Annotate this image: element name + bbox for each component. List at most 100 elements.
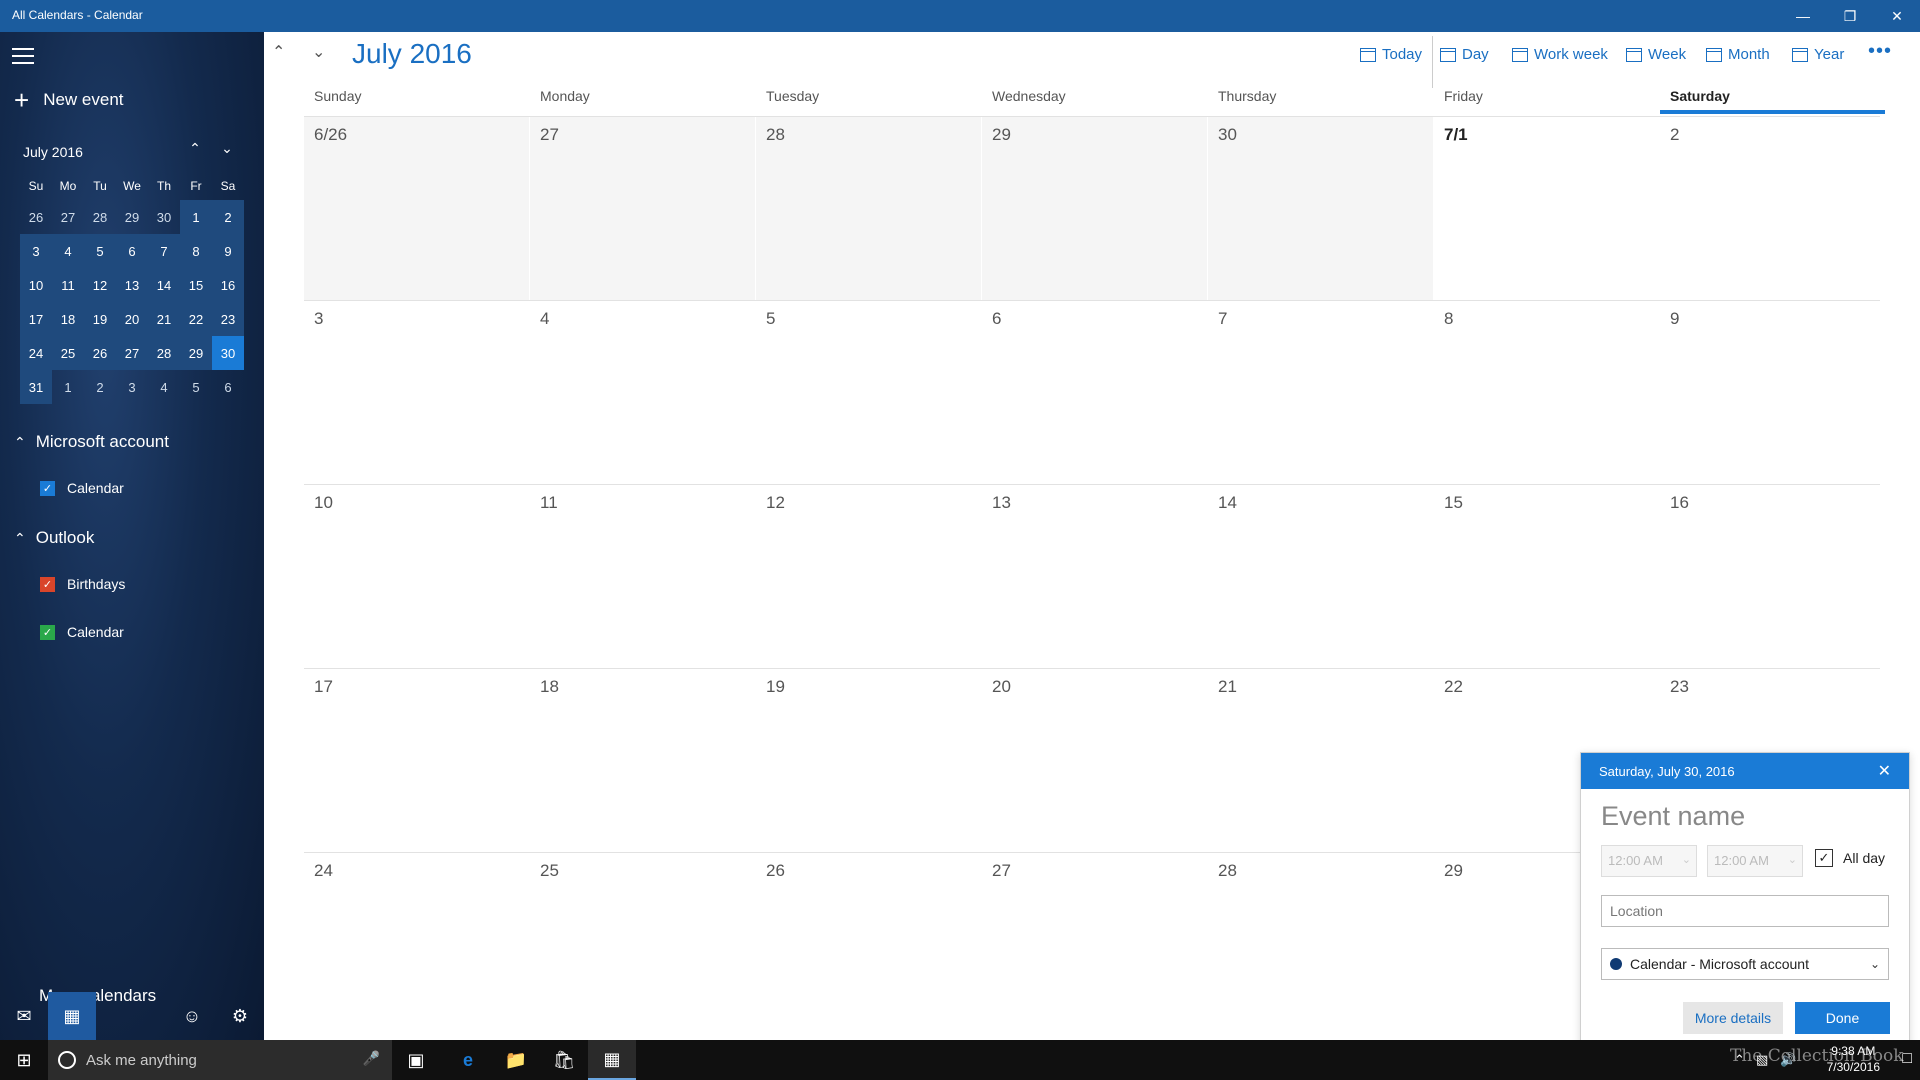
day-cell[interactable]: 6/26 — [304, 117, 529, 300]
mini-day-cell[interactable]: 15 — [180, 268, 212, 302]
mini-day-cell[interactable]: 27 — [52, 200, 84, 234]
mini-next-month-icon[interactable]: ⌄ — [216, 140, 238, 157]
view-day-button[interactable]: Day — [1440, 46, 1489, 63]
mini-day-cell[interactable]: 18 — [52, 302, 84, 336]
mini-day-cell[interactable]: 24 — [20, 336, 52, 370]
mini-day-cell[interactable]: 6 — [116, 234, 148, 268]
mini-day-cell[interactable]: 21 — [148, 302, 180, 336]
day-cell[interactable]: 27 — [982, 853, 1207, 1036]
mini-day-cell[interactable]: 30 — [148, 200, 180, 234]
mini-day-cell[interactable]: 20 — [116, 302, 148, 336]
windows-start-icon[interactable]: ⊞ — [0, 1040, 48, 1080]
mini-day-cell[interactable]: 10 — [20, 268, 52, 302]
calendar-toggle-outlook-calendar[interactable]: ✓ Calendar — [40, 624, 124, 640]
mini-day-cell[interactable]: 2 — [84, 370, 116, 404]
prev-month-icon[interactable]: ⌃ — [272, 42, 285, 62]
view-month-button[interactable]: Month — [1706, 46, 1770, 63]
cortana-search-box[interactable]: Ask me anything 🎤 — [48, 1040, 392, 1080]
task-view-icon[interactable]: ▣ — [392, 1040, 440, 1080]
day-cell[interactable]: 13 — [982, 485, 1207, 668]
mini-day-cell[interactable]: 30 — [212, 336, 244, 370]
view-year-button[interactable]: Year — [1792, 46, 1844, 63]
day-cell[interactable]: 24 — [304, 853, 529, 1036]
location-input[interactable]: Location — [1601, 895, 1889, 927]
mini-day-cell[interactable]: 23 — [212, 302, 244, 336]
mini-day-cell[interactable]: 3 — [116, 370, 148, 404]
mini-day-cell[interactable]: 9 — [212, 234, 244, 268]
day-cell[interactable]: 7 — [1208, 301, 1433, 484]
start-time-select[interactable]: 12:00 AM ⌄ — [1601, 845, 1697, 877]
new-event-button[interactable]: + New event — [14, 87, 124, 113]
tray-chevron-icon[interactable]: ⌃ — [1734, 1040, 1745, 1080]
mini-day-cell[interactable]: 6 — [212, 370, 244, 404]
mini-day-cell[interactable]: 17 — [20, 302, 52, 336]
day-cell[interactable]: 5 — [756, 301, 981, 484]
day-cell[interactable]: 25 — [530, 853, 755, 1036]
day-cell[interactable]: 16 — [1660, 485, 1885, 668]
day-cell[interactable]: 28 — [756, 117, 981, 300]
day-cell[interactable]: 30 — [1208, 117, 1433, 300]
calendar-app-taskbar-icon[interactable]: ▦ — [588, 1040, 636, 1080]
day-cell[interactable]: 14 — [1208, 485, 1433, 668]
day-cell[interactable]: 26 — [756, 853, 981, 1036]
mini-day-cell[interactable]: 5 — [180, 370, 212, 404]
checkbox-icon[interactable]: ✓ — [40, 624, 55, 640]
file-explorer-icon[interactable]: 📁 — [492, 1040, 540, 1080]
mini-day-cell[interactable]: 7 — [148, 234, 180, 268]
clock[interactable]: 9:38 AM 7/30/2016 — [1827, 1043, 1880, 1075]
all-day-checkbox[interactable]: ✓ All day — [1815, 849, 1885, 867]
day-cell[interactable]: 17 — [304, 669, 529, 852]
mini-day-cell[interactable]: 1 — [180, 200, 212, 234]
checkbox-icon[interactable]: ✓ — [40, 480, 55, 496]
mini-day-cell[interactable]: 1 — [52, 370, 84, 404]
day-cell[interactable]: 10 — [304, 485, 529, 668]
mini-day-cell[interactable]: 8 — [180, 234, 212, 268]
mini-calendar-title[interactable]: July 2016 — [23, 144, 83, 160]
mini-day-cell[interactable]: 31 — [20, 370, 52, 404]
day-cell[interactable]: 15 — [1434, 485, 1659, 668]
close-window-button[interactable]: ✕ — [1874, 0, 1920, 32]
day-cell[interactable]: 28 — [1208, 853, 1433, 1036]
mini-prev-month-icon[interactable]: ⌃ — [184, 140, 206, 157]
mini-day-cell[interactable]: 4 — [52, 234, 84, 268]
mini-day-cell[interactable]: 12 — [84, 268, 116, 302]
account-microsoft[interactable]: ⌃ Microsoft account — [14, 432, 169, 452]
day-cell[interactable]: 29 — [982, 117, 1207, 300]
day-cell[interactable]: 20 — [982, 669, 1207, 852]
feedback-smiley-icon[interactable]: ☺ — [168, 992, 216, 1040]
account-outlook[interactable]: ⌃ Outlook — [14, 528, 94, 548]
day-cell[interactable]: 7/1 — [1434, 117, 1659, 300]
minimize-button[interactable]: — — [1780, 0, 1826, 32]
mini-day-cell[interactable]: 14 — [148, 268, 180, 302]
volume-icon[interactable]: 🔊 — [1780, 1040, 1796, 1080]
mini-day-cell[interactable]: 26 — [20, 200, 52, 234]
calendar-select[interactable]: Calendar - Microsoft account ⌄ — [1601, 948, 1889, 980]
day-cell[interactable]: 19 — [756, 669, 981, 852]
view-work-week-button[interactable]: Work week — [1512, 46, 1608, 63]
action-center-icon[interactable]: □ — [1902, 1050, 1912, 1068]
day-cell[interactable]: 21 — [1208, 669, 1433, 852]
event-name-input[interactable]: Event name — [1601, 801, 1745, 832]
settings-gear-icon[interactable]: ⚙ — [216, 992, 264, 1040]
day-cell[interactable]: 12 — [756, 485, 981, 668]
checkbox-icon[interactable]: ✓ — [40, 576, 55, 592]
next-month-icon[interactable]: ⌄ — [312, 42, 325, 62]
done-button[interactable]: Done — [1795, 1002, 1890, 1034]
mini-day-cell[interactable]: 5 — [84, 234, 116, 268]
more-options-icon[interactable]: ••• — [1868, 40, 1892, 63]
mini-day-cell[interactable]: 3 — [20, 234, 52, 268]
hamburger-menu-icon[interactable] — [12, 48, 34, 64]
mail-icon[interactable]: ✉ — [0, 992, 48, 1040]
mini-day-cell[interactable]: 29 — [180, 336, 212, 370]
mini-day-cell[interactable]: 13 — [116, 268, 148, 302]
day-cell[interactable]: 18 — [530, 669, 755, 852]
more-details-button[interactable]: More details — [1683, 1002, 1783, 1034]
mini-day-cell[interactable]: 2 — [212, 200, 244, 234]
mini-day-cell[interactable]: 11 — [52, 268, 84, 302]
restore-button[interactable]: ❐ — [1827, 0, 1873, 32]
mini-day-cell[interactable]: 22 — [180, 302, 212, 336]
day-cell[interactable]: 6 — [982, 301, 1207, 484]
view-today-button[interactable]: Today — [1360, 46, 1422, 63]
calendar-toggle-birthdays[interactable]: ✓ Birthdays — [40, 576, 125, 592]
end-time-select[interactable]: 12:00 AM ⌄ — [1707, 845, 1803, 877]
